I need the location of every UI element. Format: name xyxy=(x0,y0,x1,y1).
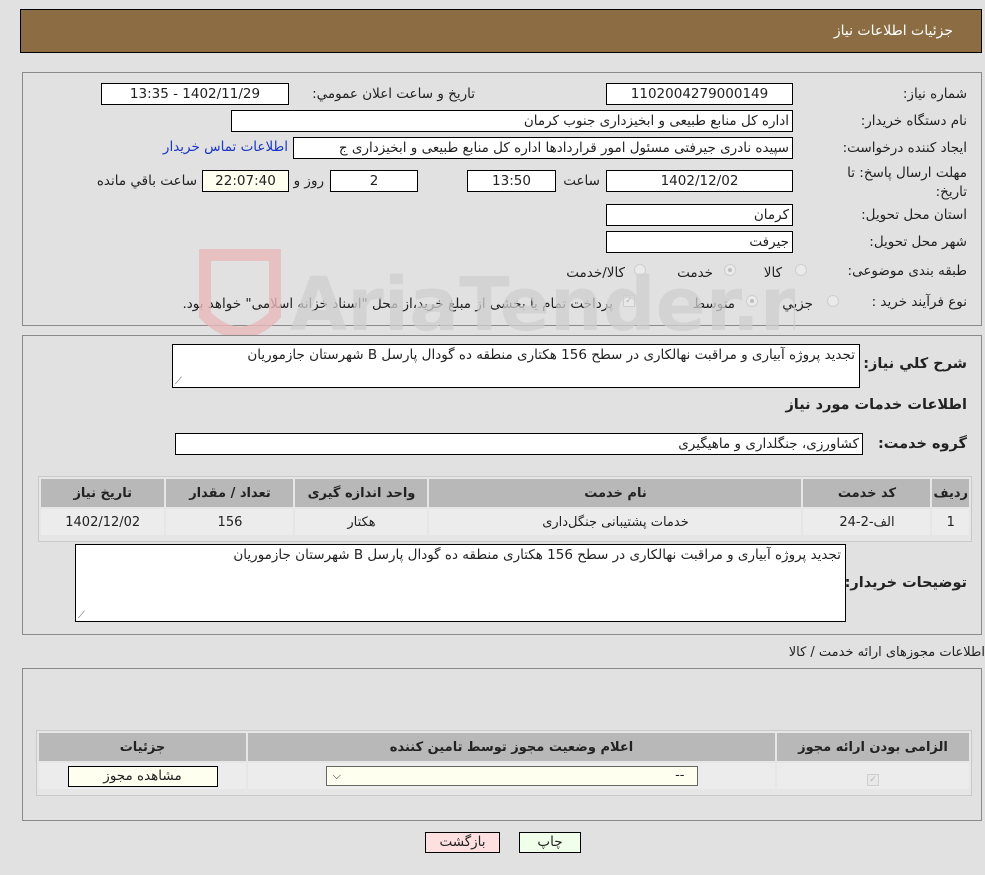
services-table-wrapper: ردیف کد خدمت نام خدمت واحد اندازه گیری ت… xyxy=(38,476,972,542)
summary-text: تجدید پروژه آبیاری و مراقبت نهالکاری در … xyxy=(247,347,855,363)
deadline-time-label: ساعت xyxy=(563,173,600,189)
cell-license-status: -- ⌵ xyxy=(246,761,777,791)
license-status-value: -- xyxy=(675,768,685,783)
cell-service-code: الف-2-24 xyxy=(801,507,933,537)
announce-label: تاریخ و ساعت اعلان عمومي: xyxy=(312,86,475,102)
page-header: جزئیات اطلاعات نیاز xyxy=(20,9,982,53)
city-field[interactable]: جیرفت xyxy=(606,231,793,253)
chevron-down-icon: ⌵ xyxy=(332,769,341,782)
col-license-status: اعلام وضعیت مجوز توسط تامین کننده xyxy=(246,731,777,763)
process-radio-small[interactable] xyxy=(827,295,839,307)
print-button[interactable]: چاپ xyxy=(519,832,581,853)
process-label: نوع فرآیند خرید : xyxy=(871,294,967,310)
announce-field[interactable]: 1402/11/29 - 13:35 xyxy=(101,83,289,105)
summary-label: شرح کلي نياز: xyxy=(863,356,967,372)
days-label: روز و xyxy=(293,173,324,189)
col-license-required: الزامی بودن ارائه مجوز xyxy=(775,731,971,763)
licenses-section-title: اطلاعات مجوزهای ارائه خدمت / کالا xyxy=(788,645,985,660)
buyer-notes-textarea[interactable]: تجدید پروژه آبیاری و مراقبت نهالکاری در … xyxy=(75,544,846,622)
process-radio-medium[interactable] xyxy=(746,295,758,307)
cell-unit: هکتار xyxy=(293,507,430,537)
deadline-date-field[interactable]: 1402/12/02 xyxy=(606,170,793,192)
deadline-time-field[interactable]: 13:50 xyxy=(467,170,556,192)
services-table-header: ردیف کد خدمت نام خدمت واحد اندازه گیری ت… xyxy=(38,477,971,509)
province-field[interactable]: کرمان xyxy=(606,204,793,226)
table-row: 1 الف-2-24 خدمات پشتیبانی جنگل‌داری هکتا… xyxy=(38,507,971,537)
cell-license-required: ✓ xyxy=(775,761,971,791)
col-service-name: نام خدمت xyxy=(427,477,804,509)
need-number-field[interactable]: 1102004279000149 xyxy=(606,83,793,105)
licenses-table-wrapper: الزامی بودن ارائه مجوز اعلام وضعیت مجوز … xyxy=(36,730,972,796)
licenses-table: الزامی بودن ارائه مجوز اعلام وضعیت مجوز … xyxy=(37,731,971,791)
remaining-label: ساعت باقي مانده xyxy=(96,173,197,189)
resize-grip-icon[interactable]: ⟋ xyxy=(175,376,182,387)
buyer-notes-text: تجدید پروژه آبیاری و مراقبت نهالکاری در … xyxy=(233,547,841,563)
services-section-title: اطلاعات خدمات مورد نیاز xyxy=(785,397,967,413)
cell-service-name: خدمات پشتیبانی جنگل‌داری xyxy=(427,507,804,537)
back-button[interactable]: بازگشت xyxy=(425,832,500,853)
col-need-date: تاریخ نیاز xyxy=(38,477,167,509)
service-group-field[interactable]: کشاورزی، جنگلداری و ماهیگیری xyxy=(175,433,863,455)
services-table: ردیف کد خدمت نام خدمت واحد اندازه گیری ت… xyxy=(38,477,971,537)
category-radio-goods[interactable] xyxy=(795,264,807,276)
buyer-org-label: نام دستگاه خريدار: xyxy=(860,113,967,129)
cell-row-number: 1 xyxy=(930,507,971,537)
process-option-medium: متوسط xyxy=(692,296,735,312)
days-remaining-field[interactable]: 2 xyxy=(330,170,418,192)
table-row: ✓ -- ⌵ مشاهده مجوز xyxy=(37,761,971,791)
city-label: شهر محل تحویل: xyxy=(869,234,967,250)
buyer-org-field[interactable]: اداره کل منابع طبیعی و ابخیزداری جنوب کر… xyxy=(231,110,793,132)
treasury-note: پرداخت تمام یا بخشی از مبلغ خرید،از محل … xyxy=(182,296,613,312)
page-title: جزئیات اطلاعات نیاز xyxy=(833,23,953,39)
col-row-number: ردیف xyxy=(930,477,971,509)
category-label: طبقه بندی موضوعی: xyxy=(847,263,967,279)
need-number-label: شماره نیاز: xyxy=(902,86,967,102)
process-option-small: جزيي xyxy=(782,296,813,312)
summary-textarea[interactable]: تجدید پروژه آبیاری و مراقبت نهالکاری در … xyxy=(172,344,860,388)
cell-need-date: 1402/12/02 xyxy=(38,507,167,537)
license-required-checkbox[interactable]: ✓ xyxy=(867,773,879,786)
category-option-goods-service: کالا/خدمت xyxy=(566,265,625,281)
category-radio-goods-service[interactable] xyxy=(634,264,646,276)
col-unit: واحد اندازه گیری xyxy=(293,477,430,509)
licenses-table-header: الزامی بودن ارائه مجوز اعلام وضعیت مجوز … xyxy=(37,731,971,763)
buyer-contact-link[interactable]: اطلاعات تماس خریدار xyxy=(163,139,288,155)
buyer-notes-label: توضیحات خریدار: xyxy=(844,575,967,591)
category-option-goods: کالا xyxy=(763,265,782,281)
cell-license-details: مشاهده مجوز xyxy=(37,761,248,791)
category-radio-service[interactable] xyxy=(724,264,736,276)
deadline-label: مهلت ارسال پاسخ: تا تاریخ: xyxy=(847,165,967,200)
resize-grip-icon[interactable]: ⟋ xyxy=(78,610,85,621)
province-label: استان محل تحویل: xyxy=(861,207,967,223)
view-license-button[interactable]: مشاهده مجوز xyxy=(67,765,218,787)
creator-field[interactable]: سپیده نادری جیرفتی مسئول امور قراردادها … xyxy=(293,137,793,159)
cell-quantity: 156 xyxy=(164,507,296,537)
service-group-label: گروه خدمت: xyxy=(877,436,967,452)
remaining-time-field[interactable]: 22:07:40 xyxy=(202,170,289,192)
treasury-checkbox[interactable]: ✓ xyxy=(623,295,635,307)
col-quantity: تعداد / مقدار xyxy=(164,477,296,509)
category-option-service: خدمت xyxy=(677,265,713,281)
col-service-code: کد خدمت xyxy=(801,477,933,509)
license-status-select[interactable]: -- ⌵ xyxy=(325,766,698,786)
col-license-details: جزئیات xyxy=(37,731,248,763)
creator-label: ایجاد کننده درخواست: xyxy=(842,140,967,156)
